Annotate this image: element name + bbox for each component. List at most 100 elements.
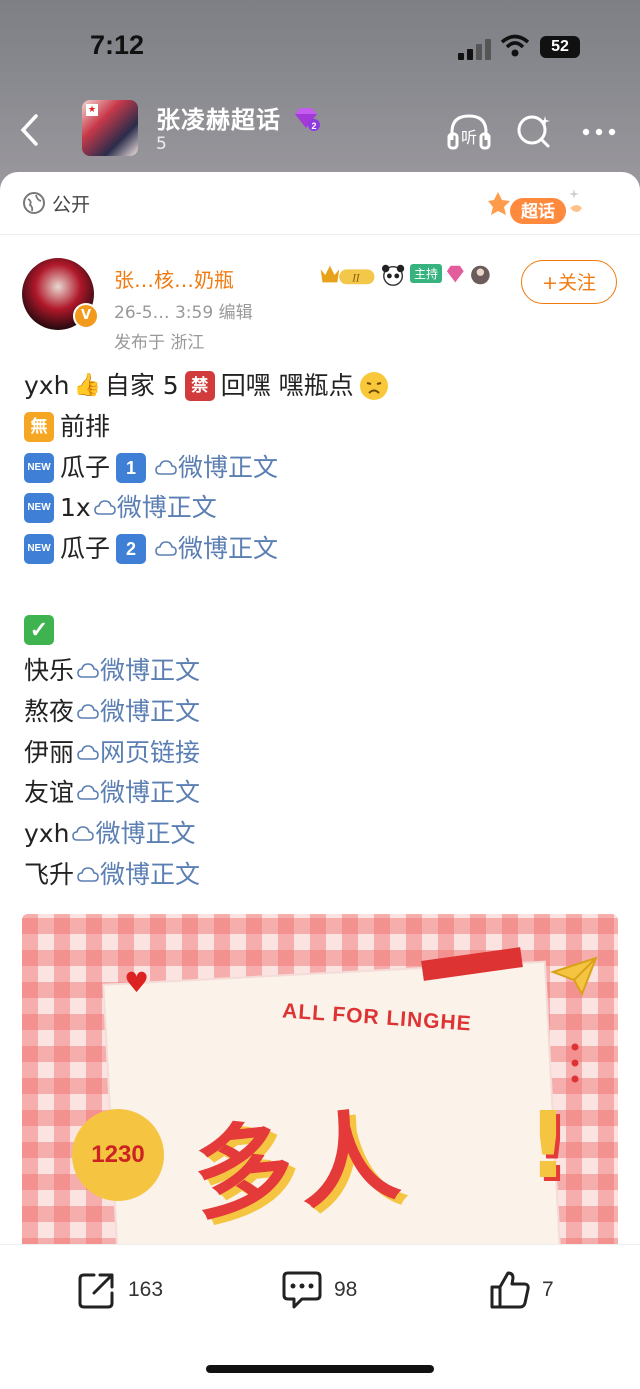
repost-count: 163 — [128, 1278, 164, 1301]
comment-icon — [282, 1271, 322, 1309]
text-segment: yxh — [24, 818, 70, 848]
text-segment: 快乐 — [24, 656, 75, 686]
crown-level-icon: II — [320, 265, 375, 285]
host-tag: 主持 — [410, 264, 443, 283]
image-date-badge: 1230 — [72, 1109, 164, 1201]
weibo-post-link[interactable]: 微博正文 — [100, 773, 200, 813]
weibo-post-link[interactable]: 微博正文 — [178, 448, 278, 488]
weibo-post-link[interactable]: 微博正文 — [178, 529, 278, 569]
post-card: 公开 超话 V 张…核…奶瓶 II 主持 26-5… 3:59 编辑 发布于 浙… — [0, 172, 640, 1254]
thumbs-up-emoji-icon: 👍 — [73, 373, 101, 399]
visibility-row: 公开 超话 — [0, 172, 640, 235]
fan-avatar-icon — [471, 265, 490, 285]
topic-avatar-label: ★ — [86, 104, 99, 116]
keycap-number-icon: 2 — [116, 534, 147, 565]
text-segment: 1x — [60, 493, 91, 523]
text-line: NEW 瓜子 1 微博正文 — [24, 447, 624, 488]
home-indicator[interactable] — [206, 1365, 434, 1373]
text-segment: 飞升 — [24, 859, 75, 889]
text-line: 無 前排 — [24, 407, 624, 448]
weibo-post-link[interactable]: 微博正文 — [100, 692, 200, 732]
heart-icon: ♥ — [124, 966, 150, 999]
prohibited-emoji-icon: 禁 — [184, 371, 215, 402]
diamond-level-icon: 2 — [295, 108, 320, 131]
super-topic-badge[interactable]: 超话 — [488, 186, 588, 232]
new-badge-icon: NEW — [24, 452, 54, 483]
weibo-post-link[interactable]: 微博正文 — [100, 651, 200, 691]
level-number: 2 — [311, 121, 316, 131]
image-exclamation: ! — [527, 1092, 569, 1199]
weibo-link-icon — [77, 866, 99, 882]
cellular-signal-icon — [458, 38, 494, 60]
paper-plane-icon — [550, 956, 598, 997]
image-title: 多人 — [187, 1096, 411, 1235]
action-bar: 163 98 7 — [0, 1244, 640, 1389]
visibility-label: 公开 — [52, 194, 91, 216]
done-item: yxh 微博正文 — [24, 814, 624, 855]
post-location: 发布于 浙江 — [114, 333, 205, 353]
weibo-link-icon — [72, 826, 95, 841]
text-line: NEW 瓜子 2 微博正文 — [24, 529, 624, 570]
web-page-link[interactable]: 网页链接 — [100, 733, 200, 773]
weibo-link-icon — [77, 785, 99, 801]
weibo-post-link[interactable]: 微博正文 — [117, 488, 217, 528]
post-image[interactable]: ♥ ALL FOR LINGHE 多人 1230 ! — [22, 914, 618, 1254]
weibo-link-icon — [77, 704, 99, 719]
globe-icon — [23, 192, 45, 214]
verified-badge-icon: V — [73, 303, 99, 329]
disappointed-face-emoji-icon — [359, 372, 388, 401]
web-link-icon — [77, 744, 99, 760]
svg-text:II: II — [351, 273, 361, 285]
done-item: 飞升 微博正文 — [24, 854, 624, 895]
text-line: ✓ — [24, 610, 624, 651]
post-time: 26-5… 3:59 编辑 — [114, 303, 253, 323]
search-icon[interactable] — [514, 110, 554, 154]
gem-fan-icon — [446, 265, 464, 283]
text-segment: 伊丽 — [24, 737, 75, 767]
post-body: yxh 👍 自家 5 禁 回嘿 嘿瓶点 無 前排 NEW 瓜子 1 微博正文 N… — [24, 366, 624, 895]
text-segment: 友谊 — [24, 778, 75, 808]
text-segment: 前排 — [60, 412, 111, 442]
status-time: 7:12 — [90, 30, 145, 60]
super-badge-label: 超话 — [521, 201, 555, 222]
text-line: yxh 👍 自家 5 禁 回嘿 嘿瓶点 — [24, 366, 624, 407]
done-item: 友谊 微博正文 — [24, 773, 624, 814]
done-item: 快乐 微博正文 — [24, 651, 624, 692]
new-badge-icon: NEW — [24, 534, 54, 565]
more-options-icon[interactable] — [580, 110, 620, 154]
repost-button[interactable]: 163 — [76, 1265, 163, 1315]
weibo-post-link[interactable]: 微博正文 — [100, 855, 200, 895]
text-segment: 瓜子 — [60, 452, 111, 482]
weibo-link-icon — [155, 459, 177, 475]
comment-button[interactable]: 98 — [280, 1265, 357, 1315]
weibo-post-link[interactable]: 微博正文 — [95, 814, 195, 854]
text-segment: 瓜子 — [60, 534, 111, 564]
user-badges: II — [320, 264, 490, 286]
topic-subtitle: 5 — [156, 134, 167, 154]
back-arrow-icon[interactable] — [16, 110, 44, 150]
keycap-number-icon: 1 — [116, 452, 147, 483]
author-name[interactable]: 张…核…奶瓶 — [114, 264, 234, 293]
topic-title[interactable]: 张凌赫超话 — [156, 100, 281, 135]
follow-button[interactable]: +关注 — [521, 260, 617, 304]
listen-headphones-icon[interactable]: 听 — [446, 110, 492, 154]
weibo-link-icon — [93, 500, 116, 516]
status-bar: 7:12 52 — [0, 0, 640, 90]
text-segment: 回嘿 嘿瓶点 — [220, 371, 354, 401]
battery-indicator: 52 — [540, 36, 580, 58]
weibo-link-icon — [155, 541, 177, 556]
check-mark-emoji-icon: ✓ — [24, 615, 54, 646]
done-item: 熬夜 微博正文 — [24, 692, 624, 733]
done-item: 伊丽 网页链接 — [24, 732, 624, 773]
topic-avatar[interactable]: ★ — [82, 100, 138, 156]
share-icon — [78, 1273, 114, 1309]
text-segment: 熬夜 — [24, 696, 75, 726]
like-button[interactable]: 7 — [488, 1265, 554, 1315]
dots-decoration-icon — [571, 1043, 579, 1083]
panda-icon — [381, 264, 405, 286]
wifi-icon — [500, 34, 530, 57]
like-count: 7 — [542, 1278, 554, 1301]
edited-label: 编辑 — [218, 303, 253, 323]
free-badge-icon: 無 — [24, 412, 54, 443]
